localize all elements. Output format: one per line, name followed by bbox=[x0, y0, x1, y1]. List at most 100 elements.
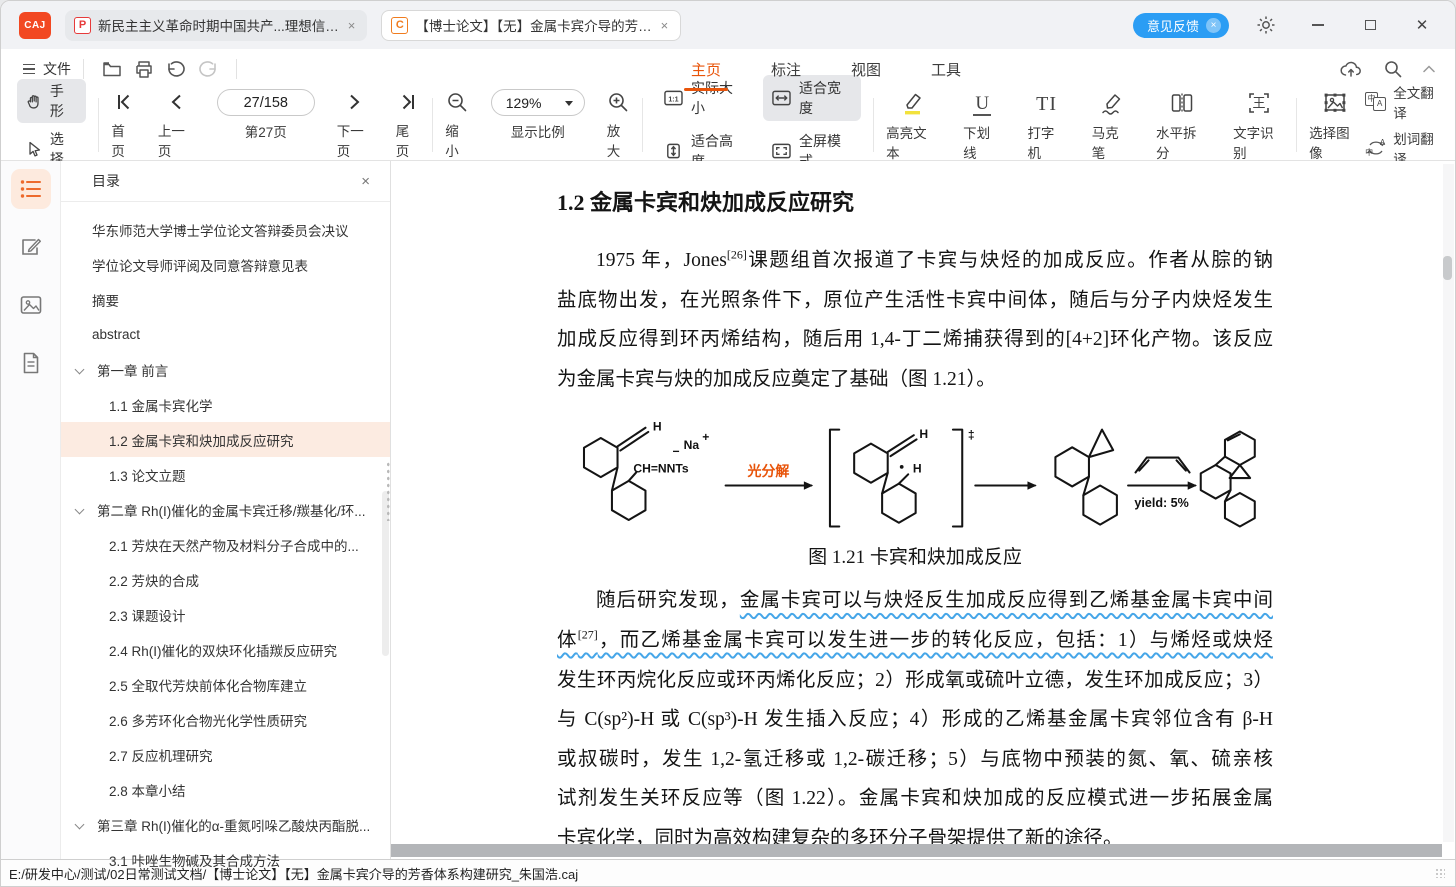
annotated-text: 金属卡宾可以与炔烃反生加成反应得到乙烯基金属卡宾中间 bbox=[740, 590, 1273, 611]
zoom-in-button[interactable]: 放大 bbox=[607, 89, 630, 160]
toc-list: 华东师范大学博士学位论文答辩委员会决议 学位论文导师评阅及同意答辩意见表 摘要 … bbox=[61, 202, 390, 877]
prev-page-button[interactable]: 上一页 bbox=[158, 89, 195, 160]
feedback-close-icon[interactable]: × bbox=[1206, 18, 1221, 33]
marker-pen-button[interactable]: 马克笔 bbox=[1092, 88, 1130, 162]
zoom-level-value: 129% bbox=[506, 95, 542, 111]
reaction-scheme-figure: H CH=NNTs − Na + 光分解 bbox=[543, 409, 1279, 540]
toc-chapter[interactable]: 第三章 Rh(I)催化的α-重氮吲哚乙酸炔丙酯脱... bbox=[61, 807, 390, 842]
page-number-input[interactable]: 27/158 bbox=[217, 89, 315, 116]
cloud-upload-icon[interactable] bbox=[1339, 59, 1363, 79]
next-page-button[interactable]: 下一页 bbox=[337, 89, 374, 160]
document-tab-1[interactable]: P 新民主主义革命时期中国共产...理想信… × bbox=[65, 10, 367, 41]
print-button[interactable] bbox=[131, 57, 157, 81]
toc-item[interactable]: 2.3 课题设计 bbox=[61, 597, 390, 632]
tab-close-icon[interactable]: × bbox=[346, 18, 358, 33]
zoom-level-select[interactable]: 129% bbox=[491, 89, 585, 116]
file-menu-label: 文件 bbox=[43, 59, 71, 79]
toc-item[interactable]: 2.1 芳炔在天然产物及材料分子合成中的... bbox=[61, 527, 390, 562]
minimize-button[interactable] bbox=[1303, 10, 1333, 40]
toc-item-current[interactable]: 1.2 金属卡宾和炔加成反应研究 bbox=[61, 422, 390, 457]
zoom-out-button[interactable]: 缩小 bbox=[445, 89, 468, 160]
document-tab-2[interactable]: C 【博士论文】【无】金属卡宾介导的芳… × bbox=[381, 10, 681, 41]
divider bbox=[1296, 98, 1297, 152]
chevron-down-icon[interactable] bbox=[75, 820, 85, 830]
undo-button[interactable] bbox=[163, 57, 189, 81]
page-number-group: 27/158 第27页 bbox=[217, 89, 315, 141]
document-viewport[interactable]: 1.2 金属卡宾和炔加成反应研究 1975 年，Jones[26]课题组首次报道… bbox=[391, 161, 1455, 859]
toc-item[interactable]: 2.5 全取代芳炔前体化合物库建立 bbox=[61, 667, 390, 702]
window-resize-grip[interactable] bbox=[1435, 868, 1445, 878]
note-pencil-icon bbox=[19, 235, 43, 259]
yield-label: yield: 5% bbox=[1134, 496, 1188, 510]
feedback-button[interactable]: 意见反馈 × bbox=[1133, 13, 1229, 38]
toc-item[interactable]: 1.1 金属卡宾化学 bbox=[61, 387, 390, 422]
fullscreen-icon bbox=[772, 143, 791, 159]
open-file-button[interactable] bbox=[99, 57, 125, 81]
close-window-button[interactable]: ✕ bbox=[1407, 10, 1437, 40]
title-bar: CAJ P 新民主主义革命时期中国共产...理想信… × C 【博士论文】【无】… bbox=[1, 1, 1455, 49]
chevron-down-icon[interactable] bbox=[75, 505, 85, 515]
h-label: H bbox=[919, 427, 928, 441]
annotations-panel-button[interactable] bbox=[11, 227, 51, 267]
typewriter-button[interactable]: TI 打字机 bbox=[1027, 88, 1065, 162]
marker-pen-icon bbox=[1098, 90, 1124, 116]
hand-tool-label: 手形 bbox=[50, 81, 76, 121]
feedback-label: 意见反馈 bbox=[1147, 16, 1199, 35]
toc-item[interactable]: 2.7 反应机理研究 bbox=[61, 737, 390, 772]
first-page-label: 首页 bbox=[111, 120, 136, 160]
highlight-text-button[interactable]: 高亮文本 bbox=[886, 88, 937, 162]
pages-panel-button[interactable] bbox=[11, 343, 51, 383]
toc-chapter[interactable]: 第一章 前言 bbox=[61, 352, 390, 387]
toc-item[interactable]: 1.3 论文立题 bbox=[61, 457, 390, 492]
settings-button[interactable] bbox=[1251, 10, 1281, 40]
toc-item[interactable]: abstract bbox=[61, 317, 390, 352]
tab-tools[interactable]: 工具 bbox=[929, 55, 963, 84]
file-menu-button[interactable]: 文件 bbox=[23, 59, 71, 79]
toc-close-button[interactable]: × bbox=[355, 171, 376, 192]
search-icon[interactable] bbox=[1383, 59, 1403, 79]
figure-caption: 图 1.21 卡宾和炔加成反应 bbox=[557, 542, 1273, 569]
full-text-translate-button[interactable]: 中 A 全文翻译 bbox=[1365, 82, 1445, 122]
tab-annotate[interactable]: 标注 bbox=[769, 55, 803, 84]
toc-item[interactable]: 学位论文导师评阅及同意答辩意见表 bbox=[61, 247, 390, 282]
toc-item[interactable]: 摘要 bbox=[61, 282, 390, 317]
images-panel-button[interactable] bbox=[11, 285, 51, 325]
tab-view[interactable]: 视图 bbox=[849, 55, 883, 84]
pdf-file-icon: P bbox=[74, 17, 91, 34]
horizontal-split-button[interactable]: 水平拆分 bbox=[1156, 88, 1207, 162]
toc-item[interactable]: 3.1 咔唑生物碱及其合成方法 bbox=[61, 842, 390, 877]
tab-home[interactable]: 主页 bbox=[689, 55, 723, 84]
actual-size-label: 实际大小 bbox=[691, 78, 744, 118]
zoom-in-icon bbox=[607, 91, 629, 113]
h-label: H bbox=[913, 462, 922, 476]
toc-chapter[interactable]: 第二章 Rh(I)催化的金属卡宾迁移/羰基化/环... bbox=[61, 492, 390, 527]
redo-button[interactable] bbox=[195, 57, 221, 81]
last-page-button[interactable]: 尾页 bbox=[396, 89, 421, 160]
toc-item[interactable]: 2.8 本章小结 bbox=[61, 772, 390, 807]
tab-close-icon[interactable]: × bbox=[659, 18, 671, 33]
first-page-button[interactable]: 首页 bbox=[111, 89, 136, 160]
paragraph-line: 为金属卡宾与炔的加成反应奠定了基础（图 1.21）。 bbox=[557, 360, 1273, 400]
toc-item[interactable]: 2.4 Rh(I)催化的双炔环化插羰反应研究 bbox=[61, 632, 390, 667]
select-image-button[interactable]: 选择图像 bbox=[1309, 88, 1361, 162]
vertical-scrollbar[interactable] bbox=[1443, 164, 1454, 842]
caj-file-icon: C bbox=[391, 17, 408, 34]
toc-item[interactable]: 华东师范大学博士学位论文答辩委员会决议 bbox=[61, 212, 390, 247]
chevron-down-icon[interactable] bbox=[75, 365, 85, 375]
salt-label: CH=NNTs bbox=[633, 462, 689, 476]
paragraph-line: 发生环丙烷化反应或环丙烯化反应；2）形成氧或硫叶立德，发生环加成反应；3） bbox=[557, 661, 1273, 701]
typewriter-label: 打字机 bbox=[1027, 122, 1065, 162]
next-page-label: 下一页 bbox=[337, 120, 374, 160]
scrollbar-thumb[interactable] bbox=[1443, 256, 1452, 280]
ocr-button[interactable]: 王 文字识别 bbox=[1233, 88, 1284, 162]
underline-button[interactable]: U 下划线 bbox=[963, 88, 1001, 162]
horizontal-split-icon bbox=[1169, 90, 1195, 116]
hand-tool-button[interactable]: 手形 bbox=[17, 79, 86, 123]
maximize-button[interactable] bbox=[1355, 10, 1385, 40]
toc-panel-button[interactable] bbox=[11, 169, 51, 209]
toc-item[interactable]: 2.6 多芳环化合物光化学性质研究 bbox=[61, 702, 390, 737]
paragraph-line: 加成反应得到环丙烯结构，随后用 1,4-丁二烯捕获得到的[4+2]环化产物。该反… bbox=[557, 320, 1273, 360]
collapse-ribbon-icon[interactable] bbox=[1423, 65, 1435, 73]
fit-width-icon bbox=[772, 90, 791, 106]
toc-item[interactable]: 2.2 芳炔的合成 bbox=[61, 562, 390, 597]
